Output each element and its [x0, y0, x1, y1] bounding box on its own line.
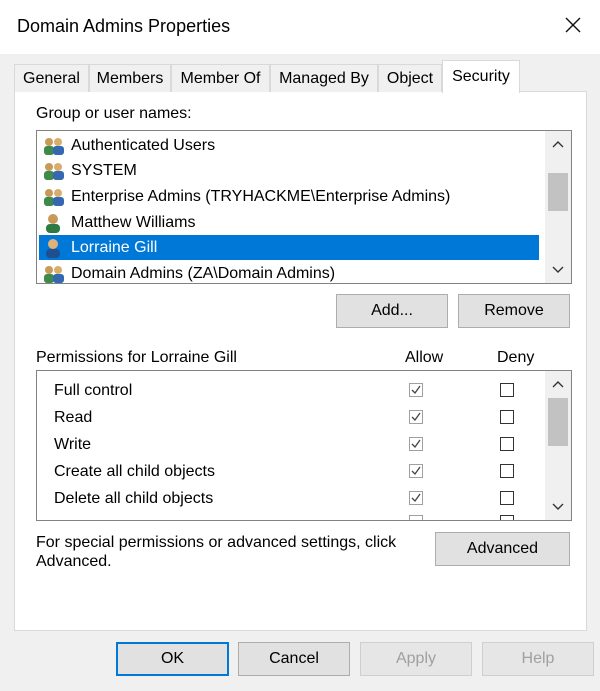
allow-checkbox[interactable] — [409, 383, 423, 397]
deny-checkbox[interactable] — [500, 491, 514, 505]
advanced-button[interactable]: Advanced — [435, 532, 570, 566]
advanced-note-line1: For special permissions or advanced sett… — [36, 534, 397, 551]
add-button[interactable]: Add... — [336, 294, 448, 328]
list-item-label: Domain Admins (ZA\Domain Admins) — [71, 264, 336, 282]
permission-row: Read — [37, 405, 547, 432]
allow-checkbox[interactable] — [409, 515, 423, 520]
scroll-down-button[interactable] — [545, 259, 571, 281]
group-users-icon — [44, 137, 64, 155]
chevron-up-icon — [552, 141, 564, 148]
list-item[interactable]: Domain Admins (ZA\Domain Admins) — [43, 261, 335, 286]
list-item-label: Authenticated Users — [71, 136, 216, 154]
remove-button[interactable]: Remove — [458, 294, 570, 328]
scroll-down-button[interactable] — [545, 496, 571, 518]
list-item-label: Lorraine Gill — [71, 238, 158, 256]
permission-name: Full control — [54, 382, 133, 399]
deny-checkbox[interactable] — [500, 410, 514, 424]
checkmark-icon — [411, 412, 421, 422]
permission-row: Full control — [37, 378, 547, 405]
deny-checkbox[interactable] — [500, 383, 514, 397]
chevron-down-icon — [552, 503, 564, 510]
user-icon — [46, 238, 60, 258]
permission-name: Write — [54, 436, 92, 453]
list-item-label: Enterprise Admins (TRYHACKME\Enterprise … — [71, 187, 451, 205]
deny-checkbox[interactable] — [500, 515, 514, 520]
list-item[interactable]: Enterprise Admins (TRYHACKME\Enterprise … — [43, 184, 450, 209]
title-bar: Domain Admins Properties — [0, 0, 600, 54]
scroll-up-button[interactable] — [545, 133, 571, 155]
permissions-label: Permissions for Lorraine Gill — [36, 349, 237, 366]
allow-column-header: Allow — [405, 349, 444, 366]
tab-object[interactable]: Object — [378, 64, 442, 92]
user-icon — [46, 213, 60, 233]
list-item[interactable]: Matthew Williams — [43, 210, 195, 235]
permissions-list[interactable]: Full control Read Write Create all child… — [36, 370, 572, 521]
permission-row: Write — [37, 432, 547, 459]
ok-button[interactable]: OK — [116, 642, 229, 676]
help-button[interactable]: Help — [482, 642, 594, 676]
cancel-button[interactable]: Cancel — [238, 642, 350, 676]
list-item-selected[interactable]: Lorraine Gill — [39, 235, 539, 260]
permission-name: Read — [54, 409, 93, 426]
scroll-up-button[interactable] — [545, 373, 571, 395]
tab-general[interactable]: General — [14, 64, 89, 92]
allow-checkbox[interactable] — [409, 491, 423, 505]
tab-members[interactable]: Members — [89, 64, 171, 92]
deny-checkbox[interactable] — [500, 464, 514, 478]
permission-row-partial — [37, 513, 547, 520]
permission-name: Create all child objects — [54, 463, 215, 480]
permissions-scrollbar[interactable] — [545, 371, 571, 520]
group-list-label: Group or user names: — [36, 105, 192, 122]
checkmark-icon — [411, 466, 421, 476]
list-item-label: Matthew Williams — [71, 213, 196, 231]
allow-checkbox[interactable] — [409, 464, 423, 478]
permission-row: Delete all child objects — [37, 486, 547, 513]
tab-member-of[interactable]: Member Of — [171, 64, 270, 92]
close-button[interactable] — [556, 8, 590, 42]
scroll-thumb[interactable] — [548, 398, 568, 446]
checkmark-icon — [411, 439, 421, 449]
deny-column-header: Deny — [497, 349, 535, 366]
deny-checkbox[interactable] — [500, 437, 514, 451]
group-list-scrollbar[interactable] — [545, 131, 571, 283]
checkmark-icon — [411, 493, 421, 503]
advanced-note-line2: Advanced. — [36, 553, 112, 570]
properties-dialog: Domain Admins Properties General Members… — [0, 0, 600, 691]
permission-name: Delete all child objects — [54, 490, 214, 507]
tab-managed-by[interactable]: Managed By — [270, 64, 378, 92]
list-item[interactable]: Authenticated Users — [43, 133, 215, 158]
chevron-up-icon — [552, 381, 564, 388]
group-users-icon — [44, 162, 64, 180]
tab-security[interactable]: Security — [442, 60, 520, 93]
group-user-list[interactable]: Authenticated Users SYSTEM Enterprise Ad… — [36, 130, 572, 284]
apply-button[interactable]: Apply — [360, 642, 472, 676]
allow-checkbox[interactable] — [409, 437, 423, 451]
allow-checkbox[interactable] — [409, 410, 423, 424]
list-item-label: SYSTEM — [71, 161, 137, 179]
close-icon — [565, 17, 581, 33]
group-users-icon — [44, 188, 64, 206]
permission-row: Create all child objects — [37, 459, 547, 486]
dialog-title: Domain Admins Properties — [17, 16, 231, 36]
scroll-thumb[interactable] — [548, 173, 568, 211]
group-users-icon — [44, 265, 64, 283]
list-item[interactable]: SYSTEM — [43, 158, 137, 183]
chevron-down-icon — [552, 266, 564, 273]
checkmark-icon — [411, 385, 421, 395]
